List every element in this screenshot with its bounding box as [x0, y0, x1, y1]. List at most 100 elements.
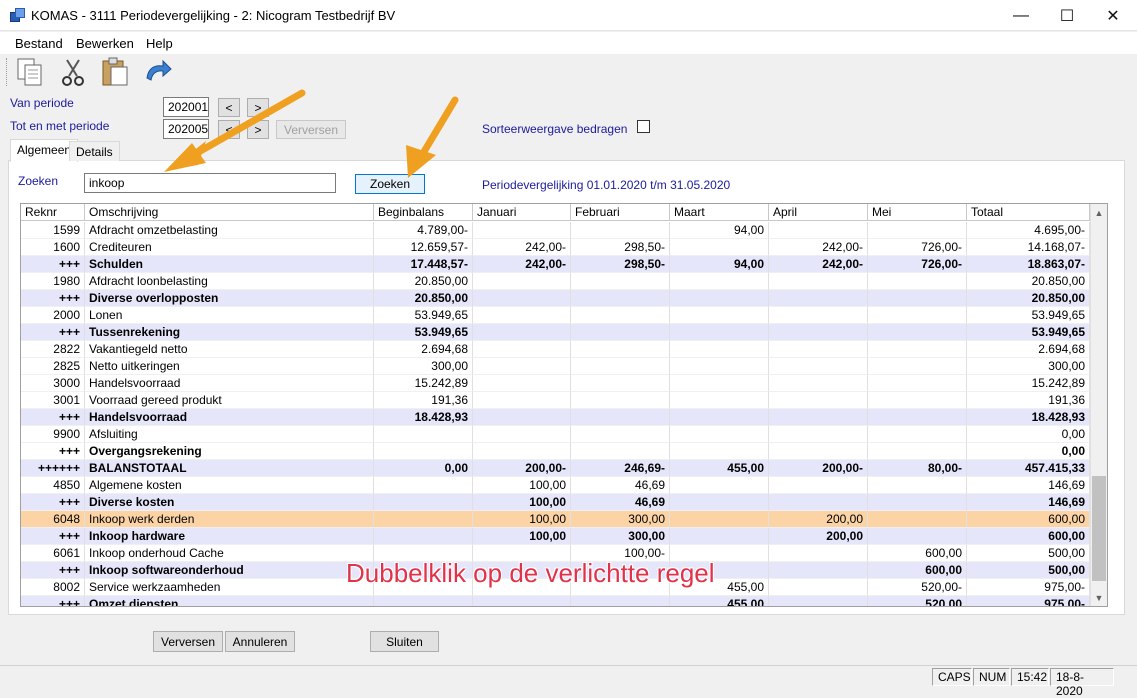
undo-icon[interactable]	[141, 56, 173, 88]
table-row-highlighted[interactable]: 6048 Inkoop werk derden 100,00 300,00 200,00…	[21, 511, 1091, 528]
cell-maart: 455,00	[670, 596, 769, 606]
cell-reknr: +++	[21, 290, 85, 307]
cell-maart	[670, 426, 769, 443]
caps-indicator: CAPS	[932, 668, 972, 686]
column-header-beginbalans[interactable]: Beginbalans	[374, 204, 473, 221]
close-icon[interactable]: ✕	[1090, 0, 1136, 31]
cell-mei: 726,00-	[868, 239, 967, 256]
table-row[interactable]: 9900 Afsluiting 0,00	[21, 426, 1091, 443]
table-row[interactable]: +++ Inkoop hardware 100,00 300,00 200,00 600,…	[21, 528, 1091, 545]
cell-februari	[571, 443, 670, 460]
cell-maart	[670, 273, 769, 290]
maximize-icon[interactable]: ☐	[1044, 0, 1090, 31]
cell-totaal: 0,00	[967, 426, 1090, 443]
tab-details[interactable]: Details	[69, 141, 120, 161]
sorteer-checkbox[interactable]	[637, 120, 650, 133]
cell-februari: 300,00	[571, 511, 670, 528]
cell-april	[769, 324, 868, 341]
cell-beginbalans: 191,36	[374, 392, 473, 409]
table-row[interactable]: +++ Tussenrekening 53.949,65 53.949,65	[21, 324, 1091, 341]
vertical-scrollbar[interactable]: ▲ ▼	[1090, 204, 1107, 606]
cell-beginbalans	[374, 528, 473, 545]
cell-maart	[670, 528, 769, 545]
verversen-button[interactable]: Verversen	[153, 631, 223, 652]
column-header-februari[interactable]: Februari	[571, 204, 670, 221]
scroll-up-icon[interactable]: ▲	[1091, 204, 1107, 221]
table-row[interactable]: 1980 Afdracht loonbelasting 20.850,00 20.85…	[21, 273, 1091, 290]
cell-januari	[473, 222, 571, 239]
cell-reknr: 2825	[21, 358, 85, 375]
column-header-maart[interactable]: Maart	[670, 204, 769, 221]
cell-totaal: 15.242,89	[967, 375, 1090, 392]
table-row[interactable]: 3001 Voorraad gereed produkt 191,36 191,36	[21, 392, 1091, 409]
paste-icon[interactable]	[99, 56, 131, 88]
cell-reknr: +++	[21, 596, 85, 606]
column-header-reknr[interactable]: Reknr	[21, 204, 85, 221]
scroll-thumb[interactable]	[1092, 476, 1106, 581]
copy-icon[interactable]	[14, 56, 46, 88]
table-row[interactable]: +++ Overgangsrekening 0,00	[21, 443, 1091, 460]
data-grid: Reknr Omschrijving Beginbalans Januari Febru…	[20, 203, 1108, 607]
cell-totaal: 146,69	[967, 494, 1090, 511]
cell-beginbalans: 20.850,00	[374, 290, 473, 307]
cell-totaal: 500,00	[967, 562, 1090, 579]
column-header-januari[interactable]: Januari	[473, 204, 571, 221]
cell-februari: 246,69-	[571, 460, 670, 477]
column-header-omschrijving[interactable]: Omschrijving	[85, 204, 374, 221]
scroll-down-icon[interactable]: ▼	[1091, 589, 1107, 606]
cell-maart: 94,00	[670, 222, 769, 239]
period-text: Periodevergelijking 01.01.2020 t/m 31.05…	[482, 178, 731, 192]
cell-februari	[571, 290, 670, 307]
table-row[interactable]: +++ Omzet diensten 455,00 520,00 975,00-	[21, 596, 1091, 606]
table-row[interactable]: 2822 Vakantiegeld netto 2.694,68 2.694,68	[21, 341, 1091, 358]
tab-algemeen[interactable]: Algemeen	[10, 139, 79, 162]
cell-reknr: 2822	[21, 341, 85, 358]
cell-maart	[670, 341, 769, 358]
table-row[interactable]: 4850 Algemene kosten 100,00 46,69 146,69	[21, 477, 1091, 494]
cell-februari	[571, 392, 670, 409]
cell-mei	[868, 426, 967, 443]
cell-beginbalans: 300,00	[374, 358, 473, 375]
cell-beginbalans: 15.242,89	[374, 375, 473, 392]
cell-reknr: 1980	[21, 273, 85, 290]
cell-maart: 94,00	[670, 256, 769, 273]
table-row[interactable]: 1599 Afdracht omzetbelasting 4.789,00- 94,0…	[21, 222, 1091, 239]
menu-bestand[interactable]: Bestand	[15, 36, 63, 51]
cell-mei	[868, 273, 967, 290]
table-row[interactable]: +++ Diverse kosten 100,00 46,69 146,69	[21, 494, 1091, 511]
column-header-mei[interactable]: Mei	[868, 204, 967, 221]
cell-januari	[473, 443, 571, 460]
table-row[interactable]: 3000 Handelsvoorraad 15.242,89 15.242,89	[21, 375, 1091, 392]
cell-april	[769, 341, 868, 358]
cell-beginbalans: 53.949,65	[374, 324, 473, 341]
table-row[interactable]: 1600 Crediteuren 12.659,57- 242,00- 298,50- 2…	[21, 239, 1091, 256]
annuleren-button[interactable]: Annuleren	[225, 631, 295, 652]
table-row[interactable]: 2825 Netto uitkeringen 300,00 300,00	[21, 358, 1091, 375]
cell-mei	[868, 528, 967, 545]
table-row[interactable]: ++++++ BALANSTOTAAL 0,00 200,00- 246,69- 455,…	[21, 460, 1091, 477]
cell-mei: 600,00	[868, 545, 967, 562]
cell-maart	[670, 375, 769, 392]
cell-omschrijving: Handelsvoorraad	[85, 375, 374, 392]
menu-help[interactable]: Help	[146, 36, 173, 51]
menu-bewerken[interactable]: Bewerken	[76, 36, 134, 51]
cell-april	[769, 494, 868, 511]
column-header-totaal[interactable]: Totaal	[967, 204, 1090, 221]
table-row[interactable]: +++ Schulden 17.448,57- 242,00- 298,50- 94,00…	[21, 256, 1091, 273]
table-row[interactable]: +++ Handelsvoorraad 18.428,93 18.428,93	[21, 409, 1091, 426]
cell-februari	[571, 358, 670, 375]
column-header-april[interactable]: April	[769, 204, 868, 221]
cell-mei	[868, 341, 967, 358]
table-row[interactable]: +++ Diverse overlopposten 20.850,00 20.850,…	[21, 290, 1091, 307]
cell-beginbalans: 18.428,93	[374, 409, 473, 426]
cell-beginbalans: 20.850,00	[374, 273, 473, 290]
cell-reknr: +++	[21, 443, 85, 460]
cut-icon[interactable]	[57, 56, 89, 88]
cell-totaal: 53.949,65	[967, 307, 1090, 324]
cell-totaal: 4.695,00-	[967, 222, 1090, 239]
sluiten-button[interactable]: Sluiten	[370, 631, 439, 652]
table-row[interactable]: 2000 Lonen 53.949,65 53.949,65	[21, 307, 1091, 324]
cell-april: 200,00-	[769, 460, 868, 477]
minimize-icon[interactable]: —	[998, 0, 1044, 31]
cell-reknr: +++	[21, 409, 85, 426]
